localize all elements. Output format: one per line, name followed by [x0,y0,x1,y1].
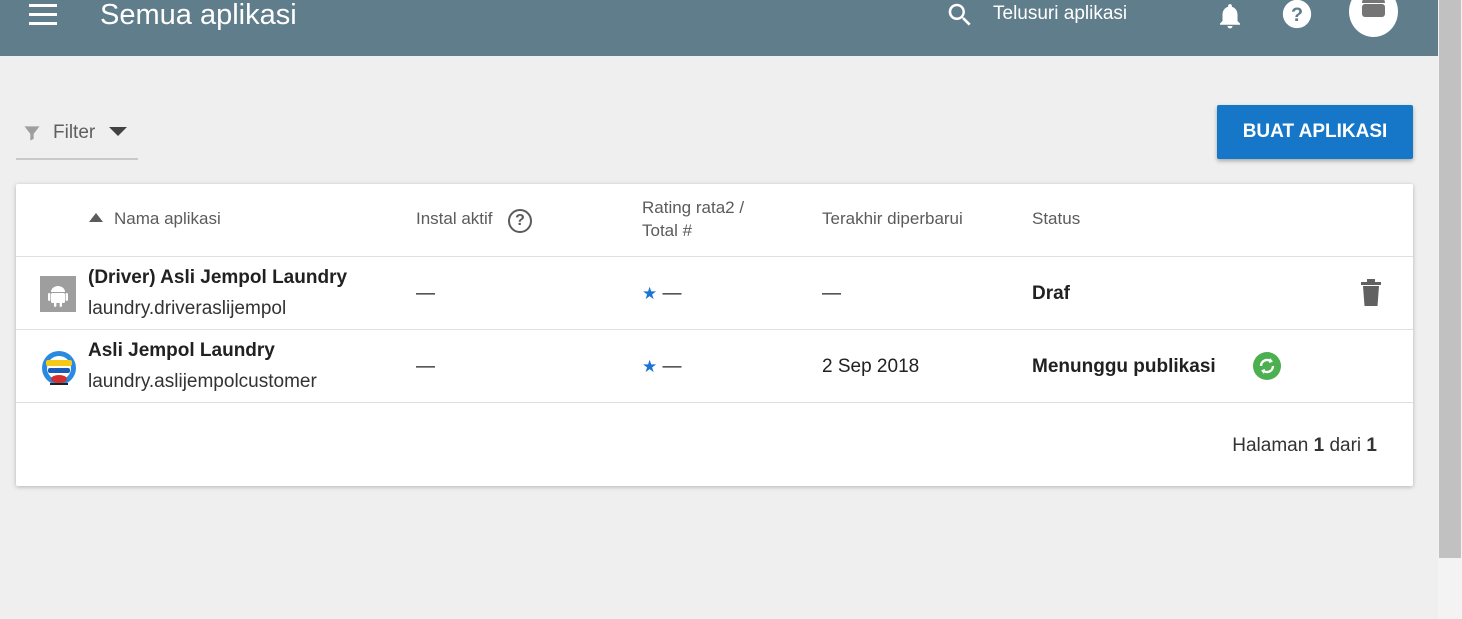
trash-icon[interactable] [1360,279,1382,307]
app-package: laundry.driveraslijempol [88,298,287,319]
page-title: Semua aplikasi [100,0,297,31]
chevron-down-icon [109,127,127,136]
app-package: laundry.aslijempolcustomer [88,371,317,392]
scrollbar-thumb[interactable] [1439,0,1461,558]
app-name[interactable]: Asli Jempol Laundry [88,340,275,362]
pagination-prefix: Halaman [1232,435,1309,456]
column-header-installs[interactable]: Instal aktif [416,208,493,230]
sync-icon [1253,352,1281,380]
column-header-name[interactable]: Nama aplikasi [114,208,221,230]
search-placeholder: Telusuri aplikasi [993,3,1128,24]
svg-text:?: ? [1291,4,1303,26]
bell-icon[interactable] [1215,0,1245,32]
rating-cell: ★ — [642,356,682,378]
active-installs: — [416,283,435,304]
status-text: Draf [1032,283,1071,304]
pagination-total: 1 [1366,435,1377,456]
page-scrollbar[interactable] [1438,0,1462,619]
filter-dropdown[interactable]: Filter [16,110,138,160]
search-icon [948,3,971,26]
rating-cell: ★ — [642,283,682,305]
rating-value: — [662,283,682,304]
table-row[interactable]: (Driver) Asli Jempol Laundry laundry.dri… [16,257,1413,330]
column-header-rating-total[interactable]: Total # [642,220,692,242]
pagination-current: 1 [1313,435,1325,456]
star-icon: ★ [642,284,658,303]
apps-table-card: Nama aplikasi Instal aktif ? Rating rata… [16,184,1413,486]
table-row[interactable]: Asli Jempol Laundry laundry.aslijempolcu… [16,330,1413,403]
installs-help-icon[interactable]: ? [508,209,532,233]
last-updated: 2 Sep 2018 [822,356,920,377]
active-installs: — [416,356,435,377]
column-header-rating[interactable]: Rating rata2 / [642,197,744,219]
last-updated: — [822,283,841,304]
column-header-status[interactable]: Status [1032,208,1080,230]
android-avatar-icon[interactable] [1349,0,1398,37]
pagination-separator: dari [1329,435,1362,456]
pagination-text: Halaman 1 dari 1 [1232,435,1377,457]
asli-jempol-logo-icon [40,349,76,385]
sort-ascending-icon[interactable] [89,213,103,222]
column-header-updated[interactable]: Terakhir diperbarui [822,208,963,230]
create-app-button[interactable]: BUAT APLIKASI [1217,105,1413,159]
rating-value: — [662,356,682,377]
android-placeholder-icon [40,276,76,312]
filter-label: Filter [53,122,96,143]
menu-icon[interactable] [29,4,57,26]
status-text: Menunggu publikasi [1032,356,1216,377]
row-divider [16,402,1413,403]
filter-funnel-icon [24,126,40,141]
star-icon: ★ [642,357,658,376]
app-name[interactable]: (Driver) Asli Jempol Laundry [88,267,347,289]
help-icon[interactable]: ? [1280,0,1314,31]
top-app-bar: Semua aplikasi Telusuri aplikasi ? [0,0,1438,56]
